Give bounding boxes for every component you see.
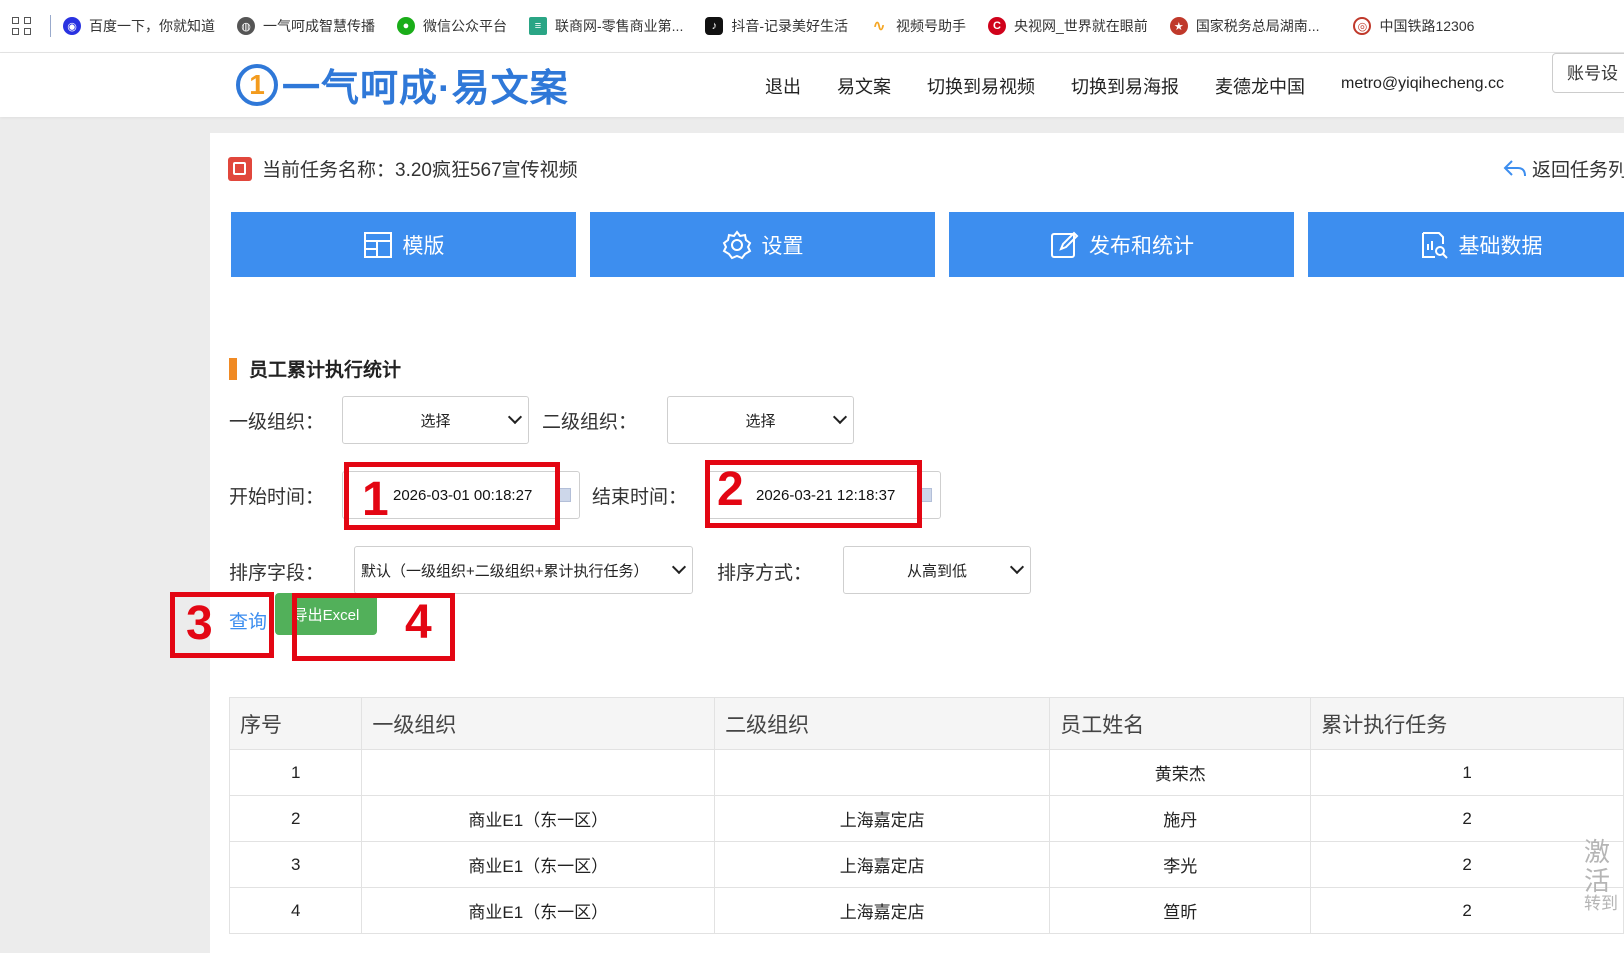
table-row: 2 商业E1（东一区） 上海嘉定店 施丹 2	[228, 795, 1624, 842]
bookmark-cctv[interactable]: C 央视网_世界就在眼前	[988, 16, 1148, 36]
bookmark-12306[interactable]: ◎ 中国铁路12306	[1353, 16, 1474, 36]
logo-text: 一气呵成·易文案	[282, 68, 569, 110]
current-task: 当前任务名称：3.20疯狂567宣传视频	[228, 155, 578, 182]
edit-icon	[1051, 231, 1079, 258]
data-report-icon	[1421, 231, 1448, 259]
rail-icon: ◎	[1353, 17, 1372, 35]
table-row: 1 黄荣杰 1	[228, 749, 1624, 796]
nav-account-email[interactable]: metro@yiqihecheng.cc	[1341, 75, 1504, 99]
chevron-down-icon	[832, 409, 848, 425]
top-nav: 退出 易文案 切换到易视频 切换到易海报 麦德龙中国 metro@yiqihec…	[729, 73, 1504, 99]
calendar-icon[interactable]	[559, 488, 571, 502]
globe-icon: ◍	[237, 17, 255, 35]
chevron-down-icon	[1009, 559, 1025, 575]
start-time-label: 开始时间：	[229, 487, 325, 508]
annotation-number-3: 3	[186, 597, 213, 650]
nav-metro-china[interactable]: 麦德龙中国	[1215, 73, 1305, 99]
sort-order-select[interactable]: 从高到低	[843, 546, 1031, 594]
return-arrow-icon	[1503, 159, 1526, 176]
template-icon	[363, 231, 392, 258]
logo-mark-icon: 1	[236, 63, 278, 106]
bookmark-yiqihecheng[interactable]: ◍ 一气呵成智慧传播	[237, 16, 375, 36]
sort-order-label: 排序方式：	[717, 563, 813, 584]
org2-select[interactable]: 选择	[667, 396, 854, 444]
nav-copywriting[interactable]: 易文案	[837, 73, 891, 99]
org1-select[interactable]: 选择	[342, 396, 529, 444]
annotation-number-4: 4	[405, 596, 432, 649]
col-cumulative-tasks[interactable]: 累计执行任务	[1310, 697, 1624, 750]
account-settings-button[interactable]: 账号设	[1552, 53, 1624, 93]
site-logo[interactable]: 1 一气呵成·易文案	[236, 57, 569, 112]
tiktok-icon: ♪	[705, 17, 724, 35]
bookmark-douyin[interactable]: ♪ 抖音-记录美好生活	[705, 16, 848, 36]
col-employee-name[interactable]: 员工姓名	[1049, 697, 1312, 750]
nav-switch-poster[interactable]: 切换到易海报	[1071, 73, 1179, 99]
table-row: 4 商业E1（东一区） 上海嘉定店 笪昕 2	[228, 887, 1624, 934]
back-to-task-list-link[interactable]: 返回任务列	[1502, 155, 1624, 182]
table-row: 3 商业E1（东一区） 上海嘉定店 李光 2	[228, 841, 1624, 888]
wechat-icon: ●	[397, 17, 415, 35]
col-index[interactable]: 序号	[228, 697, 363, 750]
apps-grid-icon[interactable]	[12, 15, 34, 37]
section-title: 员工累计执行统计	[229, 355, 401, 382]
bookmarks-divider	[50, 15, 51, 37]
tab-settings[interactable]: 设置	[590, 212, 935, 277]
nav-logout[interactable]: 退出	[765, 73, 801, 99]
bookmark-channels[interactable]: ∿ 视频号助手	[870, 16, 966, 36]
col-org1[interactable]: 一级组织	[361, 697, 716, 750]
paw-icon: ◉	[63, 17, 81, 35]
bookmark-linkshop[interactable]: ≡ 联商网-零售商业第...	[529, 16, 683, 36]
chevron-down-icon	[671, 559, 687, 575]
sort-field-label: 排序字段：	[229, 563, 325, 584]
emblem-icon: ★	[1169, 17, 1188, 35]
table-header-row: 序号 一级组织 二级组织 员工姓名 累计执行任务	[228, 697, 1624, 750]
bookmark-baidu[interactable]: ◉ 百度一下，你就知道	[63, 16, 215, 36]
activation-watermark: 激活 转到	[1584, 837, 1618, 914]
annotation-number-1: 1	[362, 473, 389, 526]
current-task-label: 当前任务名称：3.20疯狂567宣传视频	[262, 160, 578, 181]
employee-stats-table: 序号 一级组织 二级组织 员工姓名 累计执行任务 1 黄荣杰 1 2 商业E1（…	[228, 697, 1624, 934]
col-org2[interactable]: 二级组织	[714, 697, 1051, 750]
news-icon: ≡	[529, 17, 547, 35]
end-time-label: 结束时间：	[592, 487, 688, 508]
org2-label: 二级组织：	[542, 412, 638, 433]
channels-icon: ∿	[872, 18, 886, 35]
chevron-down-icon	[507, 409, 523, 425]
bookmark-tax[interactable]: ★ 国家税务总局湖南...	[1169, 16, 1319, 36]
bookmarks-bar: ◉ 百度一下，你就知道 ◍ 一气呵成智慧传播 ● 微信公众平台 ≡ 联商网-零售商业第.…	[0, 0, 1624, 53]
gear-icon	[722, 229, 751, 259]
cctv-icon: C	[988, 17, 1007, 35]
task-edit-icon	[228, 156, 252, 181]
tab-base-data[interactable]: 基础数据	[1308, 212, 1624, 277]
annotation-number-2: 2	[717, 463, 744, 516]
sort-field-select[interactable]: 默认（一级组织+二级组织+累计执行任务）	[354, 546, 693, 594]
tab-template[interactable]: 模版	[231, 212, 576, 277]
nav-switch-video[interactable]: 切换到易视频	[927, 73, 1035, 99]
site-header: 1 一气呵成·易文案 退出 易文案 切换到易视频 切换到易海报 麦德龙中国 me…	[0, 53, 1624, 117]
bookmark-wechat[interactable]: ● 微信公众平台	[397, 16, 507, 36]
tab-publish-statistics[interactable]: 发布和统计	[949, 212, 1294, 277]
org1-label: 一级组织：	[229, 412, 325, 433]
